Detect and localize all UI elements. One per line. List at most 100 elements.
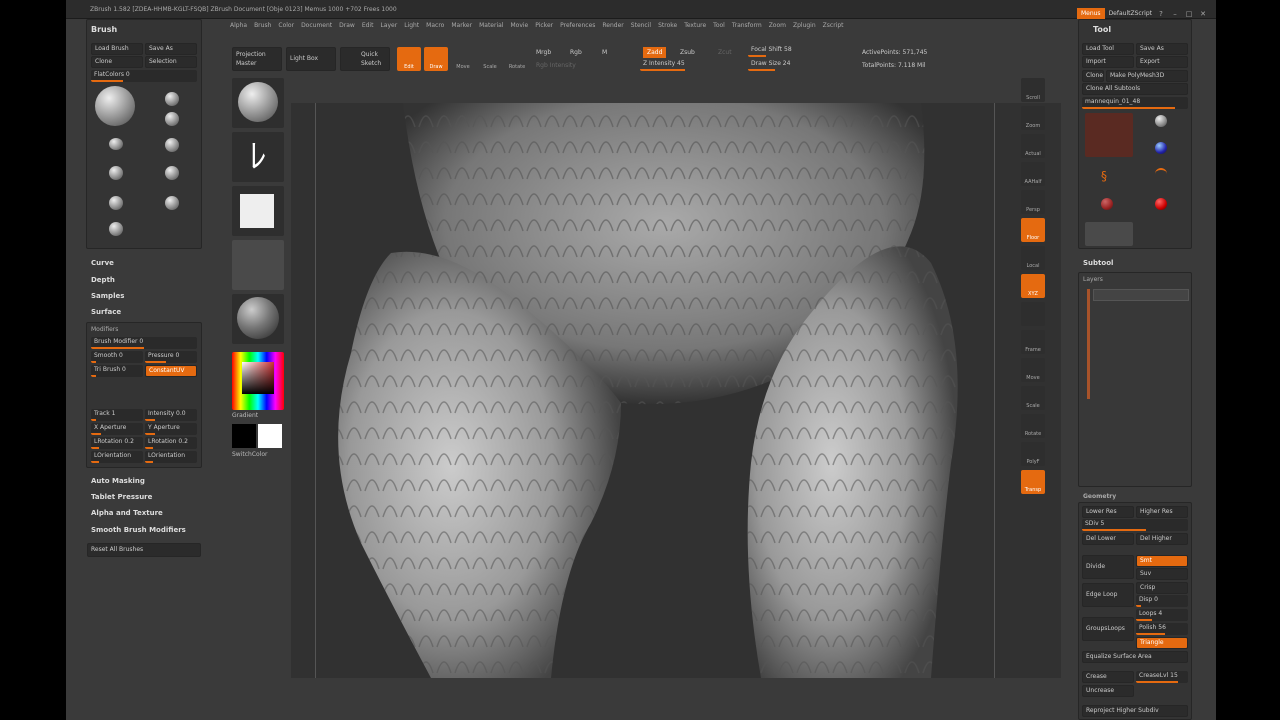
menus-button[interactable]: Menus xyxy=(1076,8,1105,19)
brush-thumb-9[interactable] xyxy=(109,222,123,236)
smt-toggle[interactable]: Smt xyxy=(1136,555,1188,567)
loops-slider[interactable]: Loops 4 xyxy=(1136,609,1188,621)
brush-thumb-6[interactable] xyxy=(165,166,179,180)
edit-button[interactable]: Edit xyxy=(397,47,421,71)
menu-draw[interactable]: Draw xyxy=(339,19,355,33)
divide-button[interactable]: Divide xyxy=(1082,555,1134,579)
menu-render[interactable]: Render xyxy=(602,19,623,33)
right-shelf-local-button[interactable]: Local xyxy=(1021,246,1045,270)
rgb-button[interactable]: Rgb xyxy=(570,49,582,56)
smooth-modifiers-section[interactable]: Smooth Brush Modifiers xyxy=(91,526,186,534)
save-as-brush-button[interactable]: Save As xyxy=(145,43,197,55)
brush-shelf-button[interactable] xyxy=(232,78,284,128)
right-shelf-xyz-button[interactable]: XYZ xyxy=(1021,274,1045,298)
menu-edit[interactable]: Edit xyxy=(362,19,374,33)
polysphere-thumb[interactable] xyxy=(1155,198,1167,210)
crease-level-slider[interactable]: CreaseLvl 15 xyxy=(1136,671,1188,683)
menu-material[interactable]: Material xyxy=(479,19,503,33)
selection-button[interactable]: Selection xyxy=(145,56,197,68)
brush-thumb-2[interactable] xyxy=(165,112,179,126)
sdiv-slider[interactable]: SDiv 5 xyxy=(1082,519,1188,531)
del-higher-button[interactable]: Del Higher xyxy=(1136,533,1188,545)
disp-slider[interactable]: Disp 0 xyxy=(1136,595,1188,607)
mrgb-button[interactable]: Mrgb xyxy=(536,49,551,56)
zadd-button[interactable]: Zadd xyxy=(643,47,667,58)
brush-thumb-5[interactable] xyxy=(109,166,123,180)
export-button[interactable]: Export xyxy=(1136,56,1188,68)
right-shelf-rotate-button[interactable]: Rotate xyxy=(1021,414,1045,438)
import-button[interactable]: Import xyxy=(1082,56,1134,68)
cylinder3d-thumb[interactable] xyxy=(1101,198,1113,210)
focal-shift-slider[interactable]: Focal Shift 58 xyxy=(748,45,838,57)
geometry-title[interactable]: Geometry xyxy=(1083,493,1116,500)
reset-all-brushes-button[interactable]: Reset All Brushes xyxy=(87,543,201,557)
menu-macro[interactable]: Macro xyxy=(426,19,444,33)
clone-all-subtools-button[interactable]: Clone All Subtools xyxy=(1082,83,1188,95)
edge-loop-button[interactable]: Edge Loop xyxy=(1082,583,1134,607)
current-brush-icon[interactable] xyxy=(95,86,135,126)
current-tool-thumb[interactable] xyxy=(1085,113,1133,157)
uncrease-button[interactable]: Uncrease xyxy=(1082,685,1134,697)
equalize-surface-button[interactable]: Equalize Surface Area xyxy=(1082,651,1188,663)
crisp-toggle[interactable]: Crisp xyxy=(1136,582,1188,594)
alpha-shelf-button[interactable] xyxy=(232,186,284,236)
constant-uv-button[interactable]: ConstantUV xyxy=(145,365,197,377)
triangle-toggle[interactable]: Triangle xyxy=(1136,637,1188,649)
maximize-icon[interactable]: □ xyxy=(1184,9,1194,19)
menu-color[interactable]: Color xyxy=(278,19,294,33)
menu-zplugin[interactable]: Zplugin xyxy=(793,19,816,33)
right-shelf-polyf-button[interactable]: PolyF xyxy=(1021,442,1045,466)
menu-transform[interactable]: Transform xyxy=(732,19,762,33)
clone-brush-button[interactable]: Clone xyxy=(91,56,143,68)
m-button[interactable]: M xyxy=(602,49,607,56)
help-icon[interactable]: ? xyxy=(1156,9,1166,19)
flat-colors-slider[interactable]: FlatColors 0 xyxy=(91,70,197,82)
right-shelf-persp-button[interactable]: Persp xyxy=(1021,190,1045,214)
menu-zscript[interactable]: Zscript xyxy=(823,19,844,33)
load-tool-button[interactable]: Load Tool xyxy=(1082,43,1134,55)
brush-thumb-7[interactable] xyxy=(109,196,123,210)
brush-thumb-8[interactable] xyxy=(165,196,179,210)
scale-button[interactable]: Scale xyxy=(478,47,502,71)
depth-section[interactable]: Depth xyxy=(91,276,115,284)
sphere-brush-thumb[interactable] xyxy=(1155,115,1167,127)
del-lower-button[interactable]: Del Lower xyxy=(1082,533,1134,545)
lorientation-slider[interactable]: LOrientation xyxy=(91,451,143,463)
clone-tool-button[interactable]: Clone xyxy=(1082,70,1104,82)
brush-thumb-1[interactable] xyxy=(165,92,179,106)
close-icon[interactable]: ✕ xyxy=(1198,9,1208,19)
projection-master-button[interactable]: Projection Master xyxy=(232,47,282,71)
pressure-slider[interactable]: Pressure 0 xyxy=(145,351,197,363)
stroke-shelf-button[interactable]: ﾚ xyxy=(232,132,284,182)
lrotation-slider[interactable]: LRotation 0.2 xyxy=(91,437,143,449)
switch-color-button[interactable]: SwitchColor xyxy=(232,451,268,458)
tablet-pressure-section[interactable]: Tablet Pressure xyxy=(91,493,152,501)
reproject-higher-button[interactable]: Reproject Higher Subdiv xyxy=(1082,705,1188,717)
menu-texture[interactable]: Texture xyxy=(684,19,706,33)
draw-size-slider[interactable]: Draw Size 24 xyxy=(748,59,838,71)
polish-slider[interactable]: Polish 56 xyxy=(1136,623,1188,635)
layers-scrollbar[interactable] xyxy=(1087,289,1090,399)
y-aperture-slider[interactable]: Y Aperture xyxy=(145,423,197,435)
right-shelf-frame-button[interactable]: Frame xyxy=(1021,330,1045,354)
menu-picker[interactable]: Picker xyxy=(535,19,553,33)
menu-movie[interactable]: Movie xyxy=(510,19,528,33)
texture-shelf-button[interactable] xyxy=(232,240,284,290)
tri-brush-slider[interactable]: Tri Brush 0 xyxy=(91,365,143,377)
eraser-brush-thumb[interactable] xyxy=(1155,168,1167,180)
menu-stroke[interactable]: Stroke xyxy=(658,19,677,33)
right-shelf-move-button[interactable]: Move xyxy=(1021,358,1045,382)
x-aperture-slider[interactable]: X Aperture xyxy=(91,423,143,435)
main-color-swatch[interactable] xyxy=(232,424,256,448)
simple-brush-thumb[interactable]: § xyxy=(1101,170,1113,182)
z-intensity-slider[interactable]: Z Intensity 45 xyxy=(640,59,740,71)
curve-section[interactable]: Curve xyxy=(91,259,114,267)
brush-thumb-4[interactable] xyxy=(165,138,179,152)
lower-res-button[interactable]: Lower Res xyxy=(1082,506,1134,518)
save-as-tool-button[interactable]: Save As xyxy=(1136,43,1188,55)
samples-section[interactable]: Samples xyxy=(91,292,124,300)
intensity-slider[interactable]: Intensity 0.0 xyxy=(145,409,197,421)
menu-brush[interactable]: Brush xyxy=(254,19,271,33)
rgb-intensity-slider[interactable]: Rgb Intensity xyxy=(536,62,576,69)
make-polymesh-button[interactable]: Make PolyMesh3D xyxy=(1106,70,1188,82)
